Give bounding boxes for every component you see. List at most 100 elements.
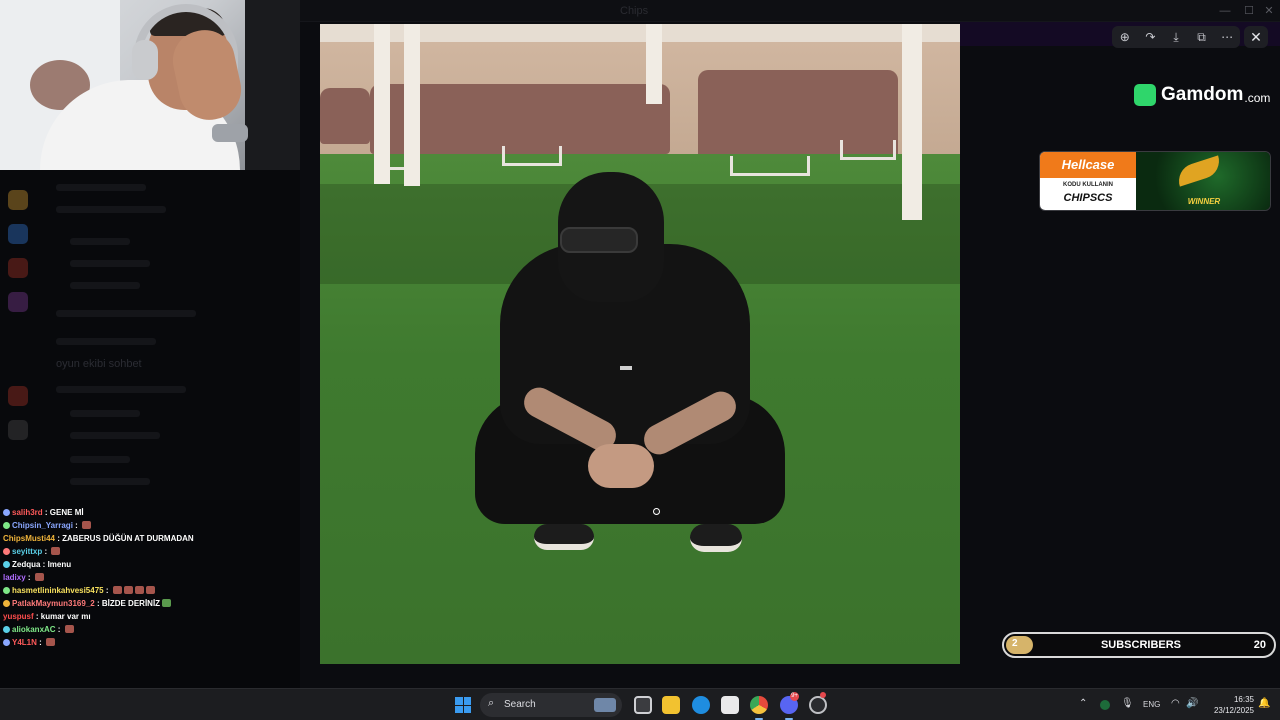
discord-notification-badge: 9+ <box>790 692 799 701</box>
chat-emote-icon <box>64 625 74 633</box>
file-explorer-icon[interactable] <box>662 696 680 714</box>
channel-item[interactable] <box>56 386 186 393</box>
chat-badge-icon <box>3 587 10 594</box>
chat-username[interactable]: Zedqua <box>12 560 40 569</box>
image-viewer-toolbar: ⊕ ↷ ⤓ ⧉ ⋯ <box>1112 26 1240 48</box>
gamdom-name: Gamdom <box>1161 84 1244 105</box>
chat-username[interactable]: ladixy <box>3 573 26 582</box>
chat-message: PatlakMaymun3169_2 : BİZDE DERİNİZ <box>3 599 172 608</box>
channel-item[interactable] <box>70 456 130 463</box>
chat-message: salih3rd : GENE Mİ <box>3 508 84 517</box>
server-icon[interactable] <box>8 258 28 278</box>
chat-badge-icon <box>3 522 10 529</box>
channel-item[interactable] <box>56 206 166 213</box>
server-icon[interactable] <box>8 292 28 312</box>
minimize-button[interactable]: — <box>1214 3 1236 19</box>
notifications-icon[interactable]: 🔔 <box>1258 698 1270 709</box>
gamdom-tld: .com <box>1244 90 1271 105</box>
subscriber-goal-bar: 2 SUBSCRIBERS 20 <box>1002 632 1276 658</box>
share-icon[interactable]: ↷ <box>1140 27 1160 47</box>
webcam-feed <box>0 0 300 170</box>
chat-username[interactable]: salih3rd <box>12 508 43 517</box>
chat-username[interactable]: Y4L1N <box>12 638 37 647</box>
chat-badge-icon <box>3 600 10 607</box>
channel-item[interactable] <box>70 238 130 245</box>
edge-icon[interactable] <box>692 696 710 714</box>
channel-item[interactable] <box>70 478 150 485</box>
desktop-stage: Chips — ☐ ✕ oyun ekibi sohbet salih3rd:… <box>0 0 1280 688</box>
tray-overflow-chevron-icon[interactable]: ⌃ <box>1079 698 1087 709</box>
open-external-icon[interactable]: ⧉ <box>1192 27 1212 47</box>
chat-message-text: kumar var mı <box>40 612 91 621</box>
chat-emote-icon <box>34 573 44 581</box>
hellcase-code: CHIPSCS <box>1063 192 1113 204</box>
volume-icon[interactable]: 🔊 <box>1186 698 1198 709</box>
chat-emote-icon <box>123 586 133 594</box>
app-icon[interactable] <box>809 696 827 714</box>
subscriber-goal-target: 20 <box>1253 639 1266 651</box>
viewer-image[interactable] <box>320 24 960 664</box>
channel-item[interactable] <box>70 282 140 289</box>
chat-message-text: BİZDE DERİNİZ <box>101 599 161 608</box>
notification-dot <box>820 692 826 698</box>
chat-username[interactable]: aliokanxAC <box>12 625 56 634</box>
window-close-button[interactable]: ✕ <box>1258 3 1280 19</box>
stream-chat: salih3rd : GENE Mİ Chipsin_Yarragi : Chip… <box>0 508 300 658</box>
task-view-icon[interactable] <box>634 696 652 714</box>
taskbar-search[interactable]: ⌕ Search <box>480 693 622 717</box>
channel-item[interactable] <box>56 184 146 191</box>
hellcase-brand: Hellcase <box>1040 152 1136 178</box>
language-indicator[interactable]: ENG <box>1143 700 1160 709</box>
chat-message: Y4L1N : <box>3 638 56 647</box>
chat-badge-icon <box>3 561 10 568</box>
download-icon[interactable]: ⤓ <box>1166 27 1186 47</box>
chat-message: Chipsin_Yarragi : <box>3 521 92 530</box>
channel-item[interactable] <box>56 310 196 317</box>
chat-username[interactable]: seyittxp <box>12 547 42 556</box>
server-icon[interactable] <box>8 420 28 440</box>
chat-username[interactable]: hasmetlininkahvesi5475 <box>12 586 104 595</box>
channel-item[interactable] <box>70 432 160 439</box>
maximize-button[interactable]: ☐ <box>1238 3 1260 19</box>
hellcase-sponsor-banner: Hellcase KODU KULLANIN CHIPSCS WINNER <box>1039 151 1271 211</box>
search-input[interactable]: Search <box>504 699 536 710</box>
chat-message: ChipsMusti44 : ZABERUS DÜĞÜN AT DURMADAN <box>3 534 194 543</box>
store-icon[interactable] <box>721 696 739 714</box>
server-icon[interactable] <box>8 224 28 244</box>
chat-username[interactable]: Chipsin_Yarragi <box>12 521 73 530</box>
chat-badge-icon <box>3 626 10 633</box>
goggles <box>560 227 638 253</box>
search-icon: ⌕ <box>488 697 495 709</box>
chat-badge-icon <box>3 548 10 555</box>
server-icon[interactable] <box>8 190 28 210</box>
knife-icon <box>1174 155 1224 187</box>
tray-app-icon[interactable] <box>1100 700 1110 710</box>
windows-taskbar: ⌕ Search 9+ ⌃ 🎙 ENG ◠ 🔊 16:35 23/12/2025… <box>0 688 1280 720</box>
wifi-icon[interactable]: ◠ <box>1171 698 1180 709</box>
chat-message: hasmetlininkahvesi5475 : <box>3 586 155 595</box>
start-button[interactable] <box>455 697 471 713</box>
chat-username[interactable]: PatlakMaymun3169_2 <box>12 599 95 608</box>
chrome-icon[interactable] <box>750 696 768 714</box>
chat-emote-icon <box>51 547 61 555</box>
channel-item-label[interactable]: oyun ekibi sohbet <box>56 358 142 370</box>
channel-item[interactable] <box>56 338 156 345</box>
chat-username[interactable]: ChipsMusti44 <box>3 534 55 543</box>
chat-badge-icon <box>3 509 10 516</box>
zoom-icon[interactable]: ⊕ <box>1115 27 1135 47</box>
chat-emote-icon <box>46 638 56 646</box>
chat-message: yuspusf : kumar var mı <box>3 612 91 621</box>
channel-item[interactable] <box>70 410 140 417</box>
server-icon[interactable] <box>8 386 28 406</box>
more-options-icon[interactable]: ⋯ <box>1217 27 1237 47</box>
clock-date: 23/12/2025 <box>1213 706 1254 715</box>
subscriber-goal-label: SUBSCRIBERS <box>1100 639 1182 651</box>
microphone-icon[interactable]: 🎙 <box>1121 698 1134 709</box>
viewer-close-button[interactable]: ✕ <box>1244 26 1268 48</box>
window-title: Chips <box>620 5 649 17</box>
chat-message: Zedqua : lmenu <box>3 560 71 569</box>
chat-username[interactable]: yuspusf <box>3 612 34 621</box>
gamdom-logo-icon <box>1134 84 1156 106</box>
system-clock[interactable]: 16:35 23/12/2025 <box>1208 694 1254 716</box>
channel-item[interactable] <box>70 260 150 267</box>
